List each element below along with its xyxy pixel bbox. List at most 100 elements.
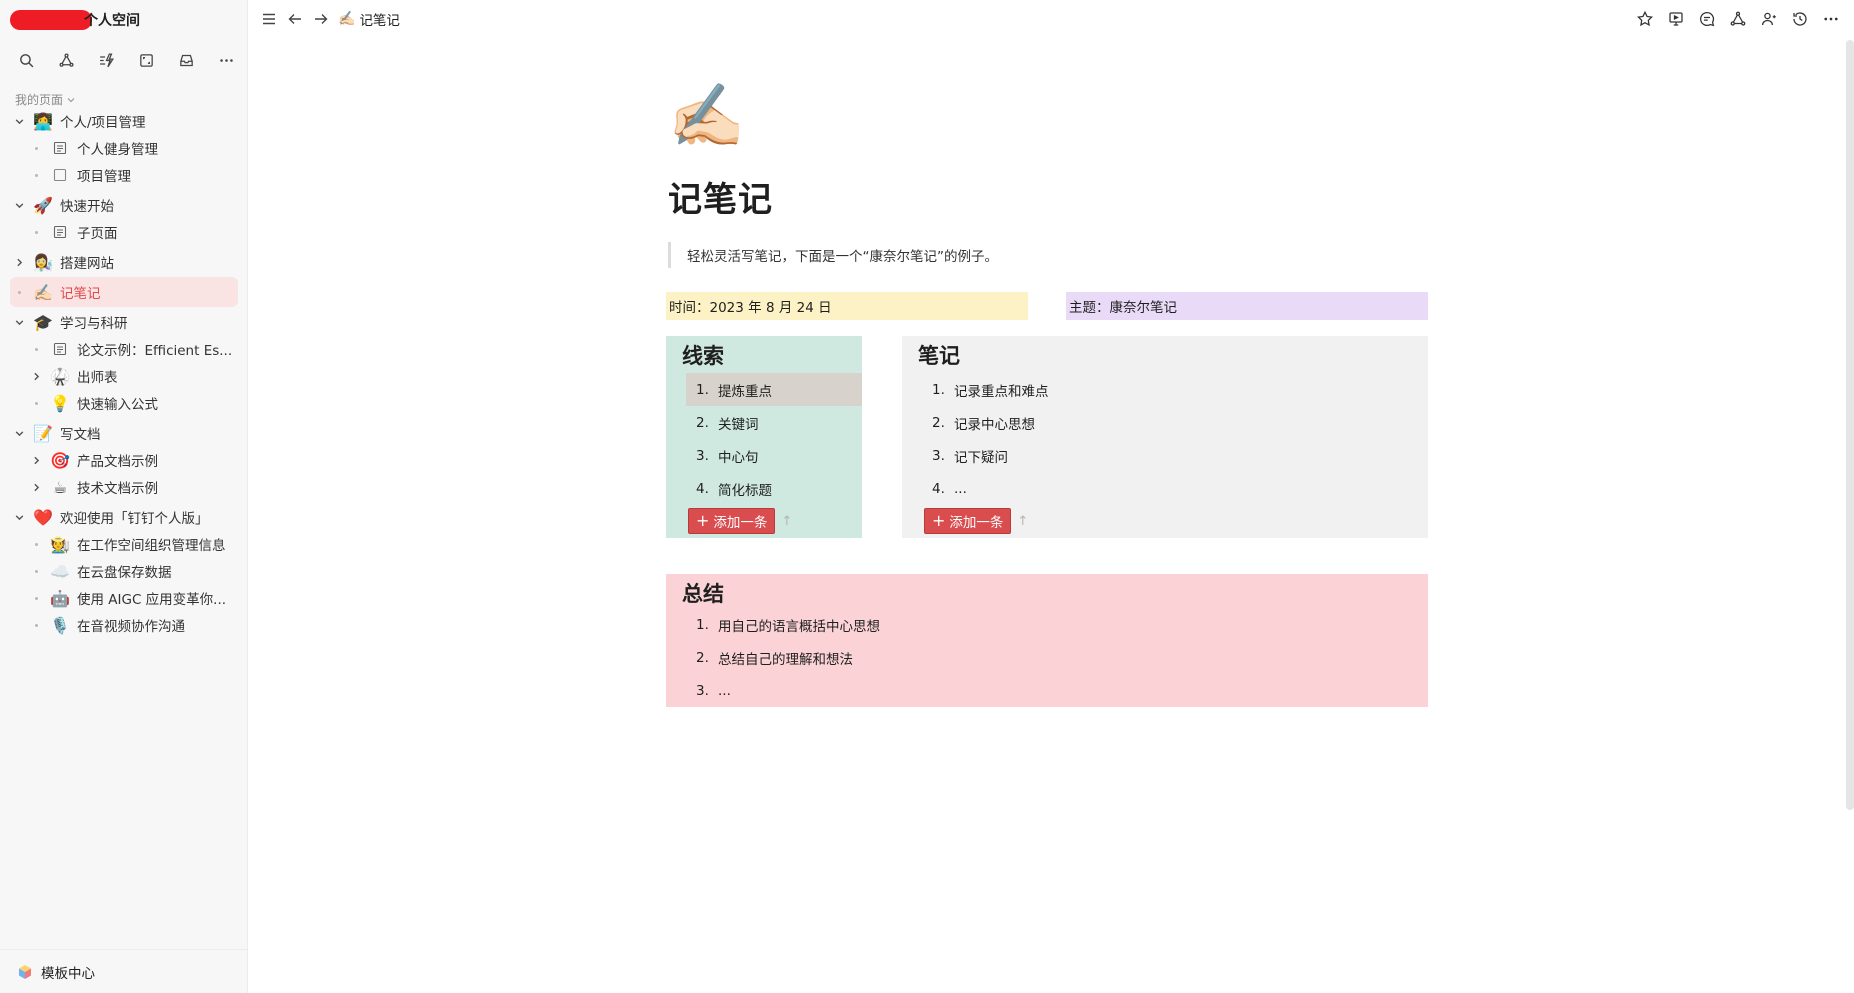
list-item[interactable]: 1. 用自己的语言概括中心思想 <box>686 608 1386 641</box>
chevron-down-icon[interactable] <box>12 315 26 329</box>
list-item[interactable]: 4. 简化标题 <box>686 472 862 505</box>
sidebar-item-label: 学习与科研 <box>60 316 128 332</box>
chevron-right-icon[interactable] <box>29 369 43 383</box>
sidebar-item[interactable]: 👩‍🔬 搭建网站 <box>10 247 238 277</box>
sidebar-item[interactable]: 📝 写文档 <box>10 418 238 448</box>
sidebar-item[interactable]: 个人健身管理 <box>10 133 238 163</box>
sidebar-item[interactable]: 👩‍💻 个人/项目管理 <box>10 106 238 136</box>
fullscreen-icon[interactable] <box>134 48 158 72</box>
workspace-avatar-redacted <box>10 10 92 30</box>
more-icon[interactable] <box>214 48 238 72</box>
list-item[interactable]: 2. 关键词 <box>686 406 862 439</box>
list-item[interactable]: 4.... <box>922 472 1402 505</box>
person-at-desk-icon: 👩‍💻 <box>33 111 53 131</box>
present-icon[interactable] <box>1665 8 1687 30</box>
cloud-icon: ☁️ <box>50 561 70 581</box>
topbar-actions <box>1634 8 1842 30</box>
bullet-dot <box>12 285 26 299</box>
page-title[interactable]: 记笔记 <box>668 172 773 221</box>
sidebar-item-label: 使用 AIGC 应用变革你... <box>77 592 227 608</box>
forward-arrow-icon[interactable] <box>310 8 332 30</box>
user-icon[interactable] <box>1758 8 1780 30</box>
template-center-label: 模板中心 <box>41 965 95 982</box>
sidebar-item-label: 写文档 <box>60 427 101 443</box>
sidebar-item[interactable]: 🎙️ 在音视频协作沟通 <box>10 610 238 640</box>
sidebar-item[interactable]: ❤️ 欢迎使用「钉钉个人版」 <box>10 502 238 532</box>
sidebar-item[interactable]: 🎓 学习与科研 <box>10 307 238 337</box>
sidebar-item[interactable]: ☁️ 在云盘保存数据 <box>10 556 238 586</box>
star-icon[interactable] <box>1634 8 1656 30</box>
ai-flash-icon[interactable] <box>94 48 118 72</box>
summary-list: 1. 用自己的语言概括中心思想 2. 总结自己的理解和想法 3.... <box>686 608 1386 707</box>
plus-icon: + <box>932 511 946 530</box>
chevron-right-icon[interactable] <box>29 453 43 467</box>
sidebar-item-label: 在云盘保存数据 <box>77 565 172 581</box>
template-center-button[interactable]: 模板中心 <box>0 949 248 993</box>
menu-icon[interactable] <box>258 8 280 30</box>
add-clue-button[interactable]: + 添加一条 <box>688 508 776 534</box>
sidebar-item[interactable]: 🥋 出师表 <box>10 361 238 391</box>
list-item[interactable]: 2. 总结自己的理解和想法 <box>686 641 1386 674</box>
comment-icon[interactable] <box>1696 8 1718 30</box>
coffee-icon: ☕ <box>52 477 68 497</box>
bullet-dot <box>29 564 43 578</box>
list-item[interactable]: 1. 提炼重点 <box>686 373 862 406</box>
summary-title[interactable]: 总结 <box>682 578 724 608</box>
sidebar-item[interactable]: ✍🏻 记笔记 <box>10 277 238 307</box>
chevron-down-icon[interactable] <box>12 198 26 212</box>
martial-arts-icon: 🥋 <box>50 366 70 386</box>
clues-title[interactable]: 线索 <box>682 340 724 370</box>
sidebar-item-label: 搭建网站 <box>60 256 114 272</box>
sidebar-item[interactable]: 论文示例：Efficient Es... <box>10 334 238 364</box>
sidebar-item[interactable]: 子页面 <box>10 217 238 247</box>
sidebar-item[interactable]: 项目管理 <box>10 160 238 190</box>
sidebar-toolbar <box>14 48 238 72</box>
plus-icon: + <box>696 511 710 530</box>
time-field[interactable]: 时间：2023 年 8 月 24 日 <box>666 292 1028 320</box>
list-item[interactable]: 3.... <box>686 674 1386 707</box>
arrow-up-icon[interactable]: ↑ <box>781 514 792 529</box>
sidebar-item[interactable]: 🧑‍🌾 在工作空间组织管理信息 <box>10 529 238 559</box>
intro-quote[interactable]: 轻松灵活写笔记，下面是一个“康奈尔笔记”的例子。 <box>668 242 998 268</box>
topic-field[interactable]: 主题：康奈尔笔记 <box>1066 292 1428 320</box>
notes-title[interactable]: 笔记 <box>918 340 960 370</box>
document-icon <box>49 221 71 243</box>
chevron-down-icon[interactable] <box>12 426 26 440</box>
page-icon[interactable]: ✍🏻 <box>668 80 745 152</box>
list-item[interactable]: 3. 记下疑问 <box>922 439 1402 472</box>
chevron-right-icon[interactable] <box>12 255 26 269</box>
sidebar-item[interactable]: 🤖 使用 AIGC 应用变革你... <box>10 583 238 613</box>
bullet-dot <box>29 141 43 155</box>
notes-list: 1. 记录重点和难点 2. 记录中心思想 3. 记下疑问 4.... <box>922 373 1402 505</box>
search-icon[interactable] <box>14 48 38 72</box>
share-network-icon[interactable] <box>54 48 78 72</box>
sidebar-item-label: 个人健身管理 <box>77 142 158 158</box>
clues-add-row: + 添加一条 ↑ <box>688 508 792 534</box>
more-icon[interactable] <box>1820 8 1842 30</box>
chevron-down-icon[interactable] <box>12 114 26 128</box>
sidebar-item[interactable]: 🚀 快速开始 <box>10 190 238 220</box>
sidebar-item[interactable]: ☕ 技术文档示例 <box>10 472 238 502</box>
chevron-down-icon[interactable] <box>12 510 26 524</box>
notes-block: 笔记 1. 记录重点和难点 2. 记录中心思想 3. 记下疑问 4.... + 添加一… <box>902 336 1428 538</box>
breadcrumb[interactable]: ✍🏻 记笔记 <box>338 9 400 29</box>
sidebar-item-label: 产品文档示例 <box>77 454 158 470</box>
back-arrow-icon[interactable] <box>284 8 306 30</box>
sidebar-item[interactable]: 💡 快速输入公式 <box>10 388 238 418</box>
top-bar: ✍🏻 记笔记 <box>248 0 1854 40</box>
arrow-up-icon[interactable]: ↑ <box>1017 514 1028 529</box>
workspace-header[interactable]: 个人空间 <box>10 8 140 32</box>
list-item[interactable]: 2. 记录中心思想 <box>922 406 1402 439</box>
history-icon[interactable] <box>1789 8 1811 30</box>
add-note-button[interactable]: + 添加一条 <box>924 508 1012 534</box>
chevron-right-icon[interactable] <box>29 480 43 494</box>
bullet-dot <box>29 342 43 356</box>
inbox-icon[interactable] <box>174 48 198 72</box>
share-icon[interactable] <box>1727 8 1749 30</box>
bullet-dot <box>29 618 43 632</box>
sidebar-item-label: 个人/项目管理 <box>60 115 146 131</box>
sidebar-item[interactable]: 🎯 产品文档示例 <box>10 445 238 475</box>
list-item[interactable]: 3. 中心句 <box>686 439 862 472</box>
list-item[interactable]: 1. 记录重点和难点 <box>922 373 1402 406</box>
scrollbar[interactable] <box>1846 40 1854 810</box>
